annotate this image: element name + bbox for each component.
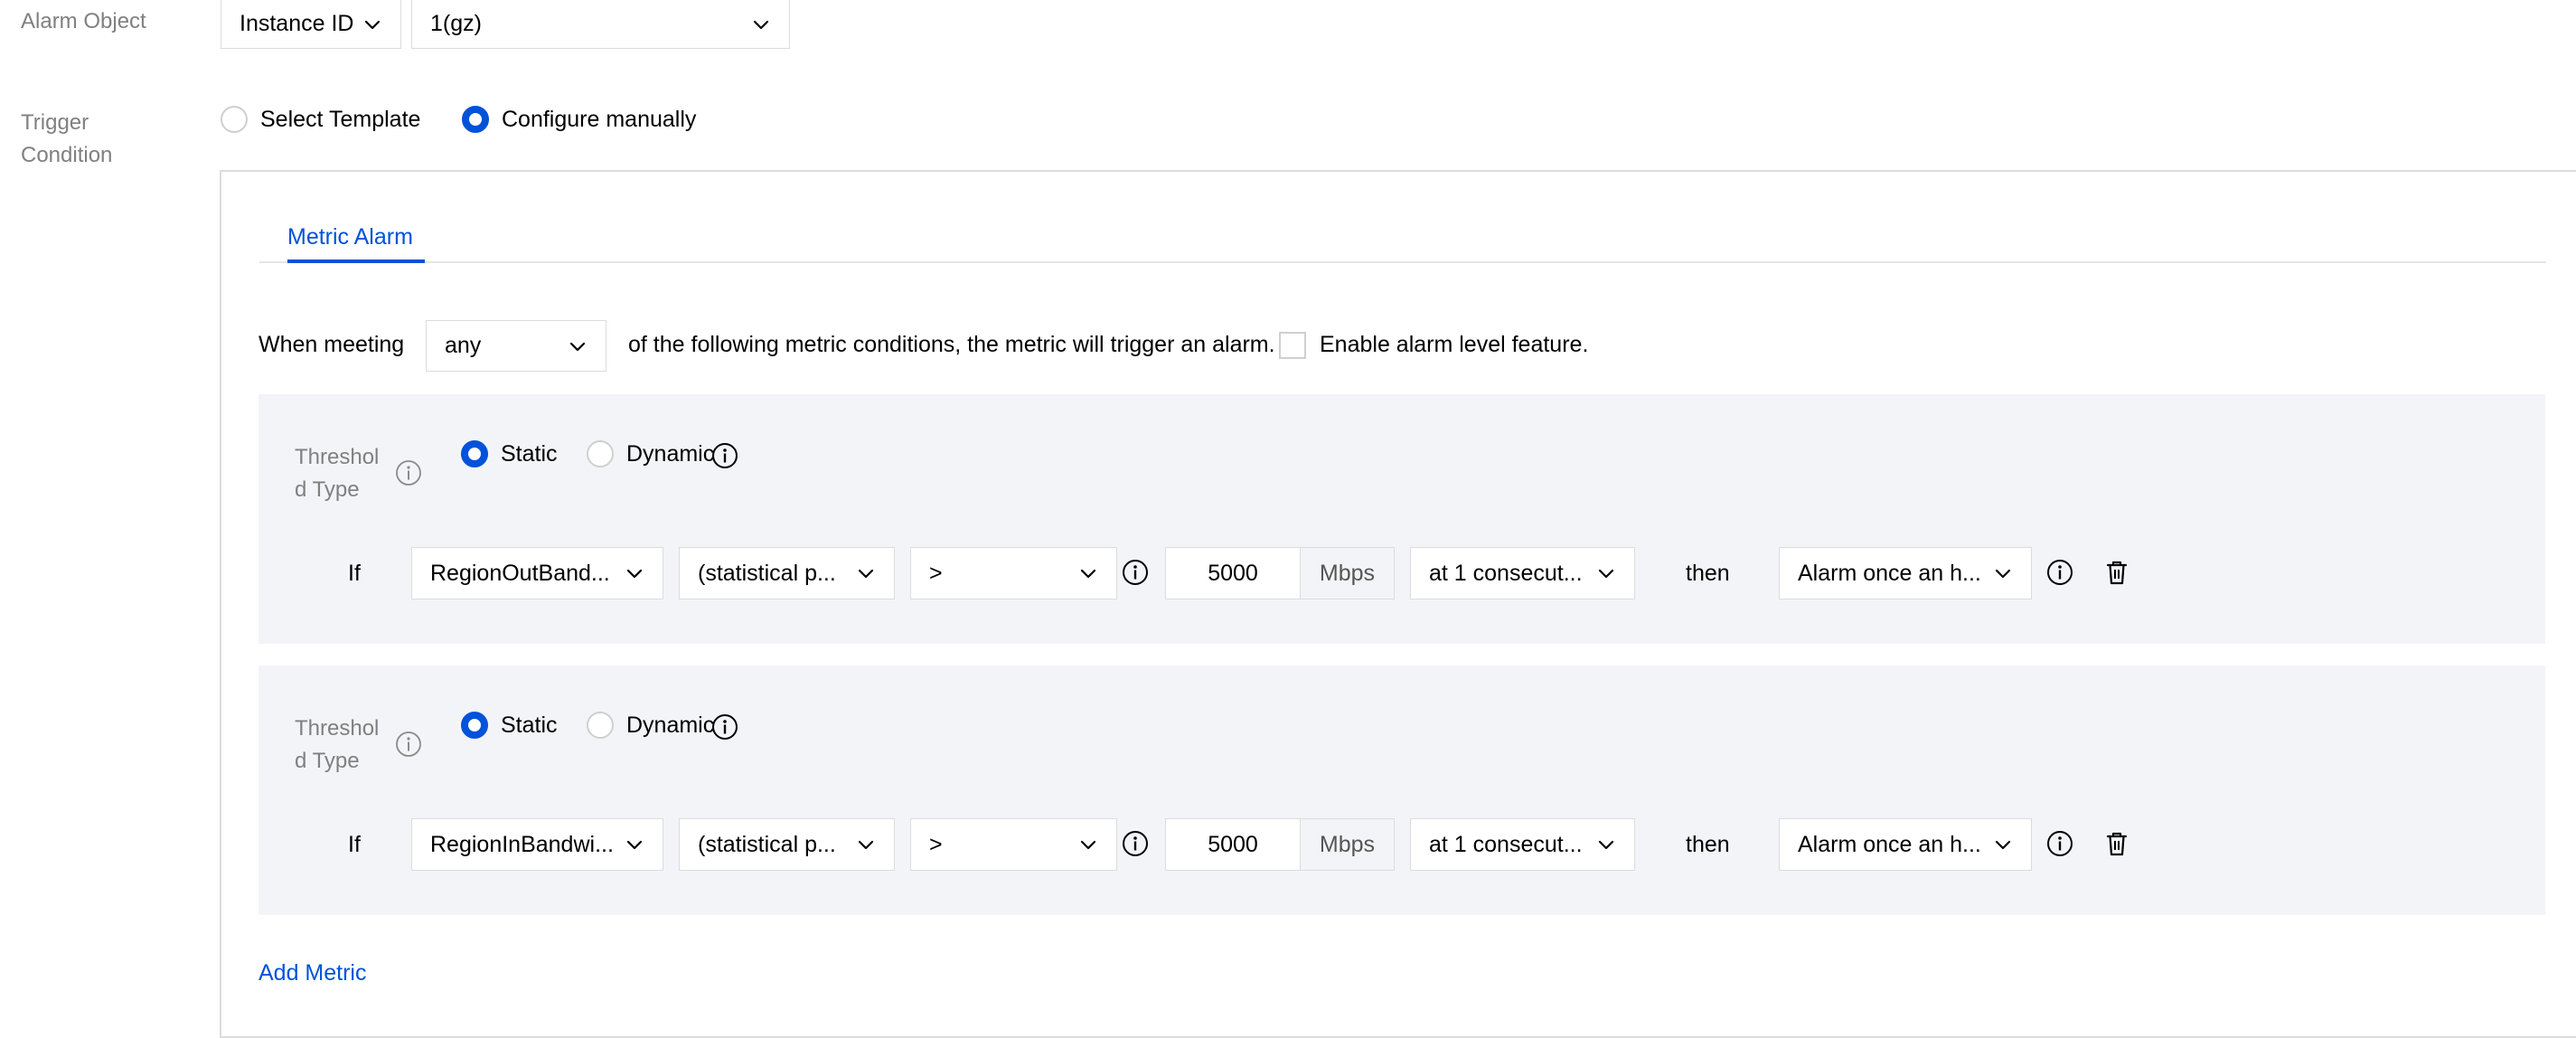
- radio-static[interactable]: Static: [461, 712, 558, 739]
- alarm-level-label: Enable alarm level feature.: [1320, 332, 1589, 357]
- threshold-type-label-line2: d Type: [295, 749, 360, 773]
- unit-label: Mbps: [1301, 547, 1395, 599]
- consecutive-period-select[interactable]: at 1 consecut...: [1410, 547, 1635, 599]
- operator-value: >: [929, 560, 943, 586]
- chevron-down-icon: [1078, 563, 1098, 583]
- info-icon[interactable]: [1122, 559, 1149, 586]
- trash-icon[interactable]: [2103, 830, 2130, 857]
- radio-label: Configure manually: [502, 106, 697, 132]
- alarm-frequency-select[interactable]: Alarm once an h...: [1779, 547, 2032, 599]
- metric-value: RegionInBandwi...: [430, 831, 614, 857]
- radio-configure-manually[interactable]: Configure manually: [462, 106, 696, 133]
- chevron-down-icon: [568, 336, 588, 356]
- statistical-period-select[interactable]: (statistical p...: [679, 547, 895, 599]
- info-icon[interactable]: [711, 442, 738, 469]
- threshold-type-label-line2: d Type: [295, 477, 360, 502]
- metric-select[interactable]: RegionOutBand...: [411, 547, 663, 599]
- info-icon[interactable]: [711, 713, 738, 741]
- info-icon[interactable]: [2046, 559, 2073, 586]
- radio-circle-selected: [461, 440, 488, 467]
- alarm-level-checkbox[interactable]: [1279, 332, 1306, 359]
- unit-label: Mbps: [1301, 818, 1395, 871]
- chevron-down-icon: [1596, 835, 1616, 854]
- radio-dynamic[interactable]: Dynamic: [587, 440, 714, 467]
- condition-panel: [259, 394, 2545, 644]
- info-icon[interactable]: [395, 459, 422, 486]
- radio-select-template[interactable]: Select Template: [221, 106, 420, 133]
- radio-circle-selected: [461, 712, 488, 739]
- chevron-down-icon: [1993, 563, 2013, 583]
- tab-bar-divider: [259, 261, 2546, 263]
- threshold-type-label-line1: Threshol: [295, 716, 380, 741]
- trigger-condition-label: Trigger Condition: [21, 107, 112, 172]
- chevron-down-icon: [856, 835, 876, 854]
- object-type-select[interactable]: Instance ID: [221, 0, 401, 49]
- chevron-down-icon: [625, 835, 644, 854]
- chevron-down-icon: [751, 14, 771, 34]
- threshold-value-input[interactable]: 5000: [1165, 547, 1301, 599]
- if-label: If: [348, 561, 361, 586]
- rule-suffix-text: of the following metric conditions, the …: [628, 332, 1275, 357]
- operator-value: >: [929, 831, 943, 857]
- metric-value: RegionOutBand...: [430, 560, 610, 586]
- operator-select[interactable]: >: [910, 818, 1117, 871]
- info-icon[interactable]: [1122, 830, 1149, 857]
- tab-metric-alarm[interactable]: Metric Alarm: [287, 221, 413, 253]
- then-label: then: [1686, 561, 1730, 586]
- add-metric-link[interactable]: Add Metric: [259, 957, 366, 989]
- consecutive-period-value: at 1 consecut...: [1429, 831, 1583, 857]
- match-select[interactable]: any: [426, 320, 606, 372]
- radio-circle-selected: [462, 106, 489, 133]
- alarm-frequency-value: Alarm once an h...: [1798, 831, 1981, 857]
- chevron-down-icon: [1078, 835, 1098, 854]
- condition-panel: [259, 665, 2545, 915]
- statistical-period-select[interactable]: (statistical p...: [679, 818, 895, 871]
- info-icon[interactable]: [395, 731, 422, 758]
- threshold-type-label: Threshol d Type: [295, 441, 379, 506]
- operator-select[interactable]: >: [910, 547, 1117, 599]
- alarm-frequency-select[interactable]: Alarm once an h...: [1779, 818, 2032, 871]
- instance-select[interactable]: 1(gz): [411, 0, 790, 49]
- threshold-type-label-line1: Threshol: [295, 445, 380, 469]
- trash-icon[interactable]: [2103, 559, 2130, 586]
- tab-active-indicator: [287, 260, 425, 263]
- chevron-down-icon: [1596, 563, 1616, 583]
- threshold-value-input[interactable]: 5000: [1165, 818, 1301, 871]
- if-label: If: [348, 832, 361, 857]
- radio-label: Select Template: [260, 106, 421, 132]
- threshold-type-label: Threshol d Type: [295, 712, 379, 778]
- radio-dynamic[interactable]: Dynamic: [587, 712, 714, 739]
- metric-select[interactable]: RegionInBandwi...: [411, 818, 663, 871]
- radio-circle: [221, 106, 248, 133]
- radio-label: Dynamic: [626, 712, 715, 738]
- alarm-object-label: Alarm Object: [21, 9, 146, 33]
- radio-static[interactable]: Static: [461, 440, 558, 467]
- consecutive-period-select[interactable]: at 1 consecut...: [1410, 818, 1635, 871]
- trigger-condition-label-line1: Trigger: [21, 110, 89, 135]
- info-icon[interactable]: [2046, 830, 2073, 857]
- radio-label: Dynamic: [626, 440, 715, 467]
- radio-circle: [587, 712, 614, 739]
- chevron-down-icon: [362, 14, 382, 34]
- chevron-down-icon: [625, 563, 644, 583]
- statistical-period-value: (statistical p...: [698, 560, 836, 586]
- alarm-frequency-value: Alarm once an h...: [1798, 560, 1981, 586]
- match-value: any: [445, 333, 482, 358]
- consecutive-period-value: at 1 consecut...: [1429, 560, 1583, 586]
- radio-circle: [587, 440, 614, 467]
- trigger-condition-label-line2: Condition: [21, 143, 113, 167]
- radio-label: Static: [501, 712, 558, 738]
- object-type-value: Instance ID: [240, 11, 354, 36]
- then-label: then: [1686, 832, 1730, 857]
- chevron-down-icon: [856, 563, 876, 583]
- chevron-down-icon: [1993, 835, 2013, 854]
- radio-label: Static: [501, 440, 558, 467]
- statistical-period-value: (statistical p...: [698, 831, 836, 857]
- rule-prefix-text: When meeting: [259, 332, 405, 357]
- instance-value: 1(gz): [430, 11, 482, 36]
